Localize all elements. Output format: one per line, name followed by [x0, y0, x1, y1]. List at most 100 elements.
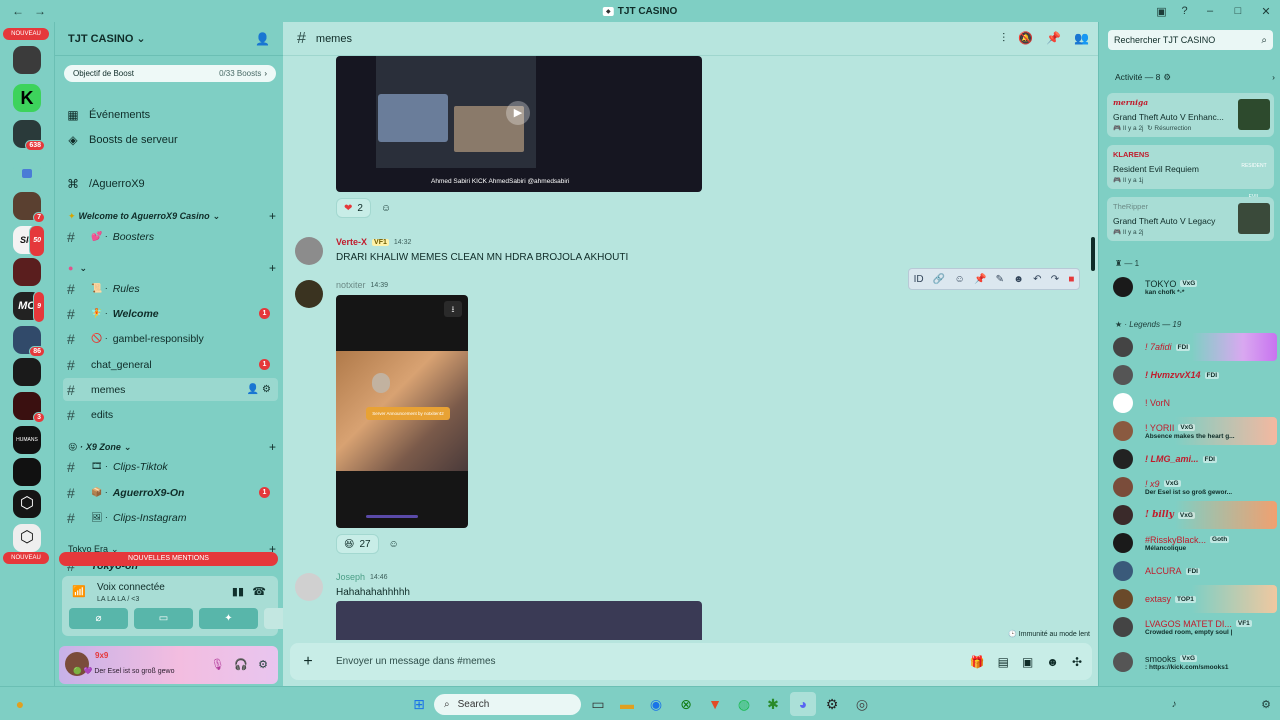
category-welcome[interactable]: ✦ Welcome to AguerroX9 Casino ⌄ + [68, 208, 280, 224]
add-reaction-icon[interactable]: ☺ [377, 199, 395, 217]
new-mentions-banner[interactable]: NOUVELLES MENTIONS [59, 552, 278, 566]
member-list-icon[interactable]: 👥 [1074, 31, 1089, 46]
id-icon[interactable]: ID [914, 274, 924, 285]
server-icon[interactable]: Slo 50 [13, 225, 45, 257]
image-attachment[interactable] [336, 601, 702, 640]
member-row[interactable]: #RisskyBlack... Goth Mélancolique [1107, 529, 1277, 557]
member-row[interactable]: LVAGOS MATET DI... VF1 Crowded room, empty… [1107, 613, 1277, 641]
xbox-icon[interactable]: ⊗ [676, 694, 696, 714]
member-row[interactable]: ALCURA FDI [1107, 557, 1277, 585]
server-icon[interactable]: 86 [13, 326, 45, 357]
activities-button[interactable]: ✦ [199, 608, 258, 629]
video-progress[interactable] [366, 515, 418, 518]
member-row[interactable]: ! 7afidi FDI [1107, 333, 1277, 361]
edge-icon[interactable]: ◉ [646, 694, 666, 714]
channel-aguerrox9-on[interactable]: # 📦 · AguerroX9-On 1 [63, 481, 278, 504]
server-icon[interactable]: 638 [13, 120, 45, 151]
message-composer[interactable]: + Envoyer un message dans #memes 🎁 ▤ ▣ ☻… [290, 643, 1092, 680]
activity-header[interactable]: Activité — 8 ⚙ › [1115, 72, 1275, 83]
server-icon[interactable]: ⬡ [13, 524, 41, 552]
reaction-laugh[interactable]: 😆 27 [336, 534, 379, 554]
edit-icon[interactable]: ✎ [996, 274, 1004, 285]
emoji-icon[interactable]: ☻ [1046, 655, 1059, 669]
new-pill-bottom[interactable]: NOUVEAU [3, 552, 49, 564]
server-icon[interactable] [13, 258, 41, 286]
boost-goal[interactable]: Objectif de Boost 0/33 Boosts › [64, 65, 276, 82]
member-row[interactable]: ! YORII VxG Absence makes the heart g... [1107, 417, 1277, 445]
activity-card[interactable]: KLARENS Resident Evil Requiem 🎮 Il y a 1… [1107, 145, 1274, 200]
activity-card[interactable]: merniga Grand Theft Auto V Enhanc... 🎮 I… [1107, 93, 1274, 137]
close-button[interactable]: ✕ [1252, 5, 1280, 18]
task-view-icon[interactable]: ▭ [588, 694, 608, 714]
video-attachment[interactable]: ▶ Ahmed Sabiri KICK AhmedSabiri @ahmedsa… [336, 56, 702, 192]
server-header[interactable]: TJT CASINO ⌄ 👤 [55, 22, 283, 56]
emoji-icon[interactable]: ☻ [1013, 274, 1024, 285]
reaction-heart[interactable]: ❤ 2 [336, 198, 371, 218]
member-row[interactable]: ! HvmzvvX14 FDI [1107, 361, 1277, 389]
channel-chat-general[interactable]: # chat_general 1 [63, 353, 278, 376]
member-row[interactable]: ! x9 VxG Der Esel ist so groß gewor... [1107, 473, 1277, 501]
channel-rules[interactable]: # 📜 · Rules [63, 277, 278, 300]
screen-share-button[interactable]: ▭ [134, 608, 193, 629]
app-icon[interactable]: ✱ [763, 694, 783, 714]
help-icon[interactable]: ? [1173, 5, 1196, 17]
download-icon[interactable]: ⭳ [444, 301, 462, 317]
pin-icon[interactable]: 📌 [1046, 31, 1061, 46]
link-icon[interactable]: 🔗 [933, 274, 945, 285]
spotify-icon[interactable]: ◍ [734, 694, 754, 714]
member-row[interactable]: ! VorN [1107, 389, 1277, 417]
gif-icon[interactable]: ▤ [998, 655, 1009, 669]
voice-status[interactable]: Voix connectée [97, 582, 165, 593]
kick-server-icon[interactable]: K [13, 84, 41, 112]
forward-arrow-icon[interactable]: → [34, 4, 46, 18]
server-boosts-item[interactable]: ◈ Boosts de serveur [64, 129, 279, 151]
settings-gear-icon[interactable]: ⚙ [258, 658, 268, 671]
weather-icon[interactable]: ● [10, 694, 30, 714]
member-row[interactable]: ! LMG_ami... FDI [1107, 445, 1277, 473]
member-row[interactable]: smooks VxG: https://kick.com/smooks1 [1107, 648, 1277, 676]
channel-clips-instagram[interactable]: # 🖼 · Clips-Instagram [63, 506, 278, 529]
vanity-url-item[interactable]: ⌘ /AguerroX9 [64, 173, 279, 195]
add-channel-icon[interactable]: + [269, 261, 276, 275]
apps-icon[interactable]: ✣ [1072, 655, 1082, 669]
sticker-icon[interactable]: ▣ [1022, 655, 1033, 669]
disconnect-icon[interactable]: ☎ [252, 585, 266, 598]
mute-icon[interactable]: 🎙 [210, 658, 224, 671]
invite-icon[interactable]: 👤 [255, 32, 270, 46]
category-x9-zone[interactable]: 😝 · X9 Zone ⌄ + [68, 439, 280, 455]
channel-welcome[interactable]: # 🧚 · Welcome 1 [63, 302, 278, 325]
server-icon[interactable] [13, 46, 41, 74]
invite-icon[interactable]: 👤 [247, 384, 259, 395]
minimize-button[interactable]: – [1196, 5, 1224, 17]
noise-suppression-icon[interactable]: ▮▮ [232, 585, 244, 598]
avatar[interactable] [295, 280, 323, 308]
avatar[interactable] [295, 573, 323, 601]
member-row[interactable]: TOKYO VxG kan chofk *-* [1107, 273, 1277, 301]
server-icon[interactable]: HUMANS [13, 426, 41, 454]
notification-bell-icon[interactable]: 🔕 [1018, 31, 1033, 46]
server-icon[interactable] [13, 458, 41, 486]
member-row[interactable]: ! billy VxG [1107, 501, 1277, 529]
category-unnamed[interactable]: ● ⌄ + [68, 260, 280, 276]
pin-icon[interactable]: 📌 [974, 274, 986, 285]
inbox-icon[interactable]: ▣ [1150, 5, 1173, 18]
app-icon[interactable]: ◎ [852, 694, 872, 714]
camera-off-button[interactable]: ⌀ [69, 608, 128, 629]
deafen-icon[interactable]: 🎧 [234, 658, 248, 671]
discord-icon[interactable]: ◕ [790, 692, 816, 716]
reply-icon[interactable]: ↶ [1033, 274, 1041, 285]
settings-tray-icon[interactable]: ⚙ [1256, 694, 1276, 714]
attach-plus-icon[interactable]: + [290, 653, 326, 671]
windows-start-icon[interactable]: ⊞ [409, 694, 429, 714]
delete-icon[interactable]: ■ [1068, 274, 1074, 285]
gift-icon[interactable]: 🎁 [970, 655, 985, 669]
add-channel-icon[interactable]: + [269, 209, 276, 223]
folder-icon[interactable] [13, 160, 41, 188]
maximize-button[interactable]: □ [1224, 5, 1252, 17]
channel-edits[interactable]: # edits [63, 403, 278, 426]
new-pill-top[interactable]: NOUVEAU [3, 28, 49, 40]
search-input[interactable]: Rechercher TJT CASINO ⌕ [1108, 30, 1273, 50]
file-explorer-icon[interactable]: ▬ [617, 694, 637, 714]
server-icon[interactable]: ⬡ [13, 490, 41, 518]
composer-placeholder[interactable]: Envoyer un message dans #memes [336, 656, 496, 667]
